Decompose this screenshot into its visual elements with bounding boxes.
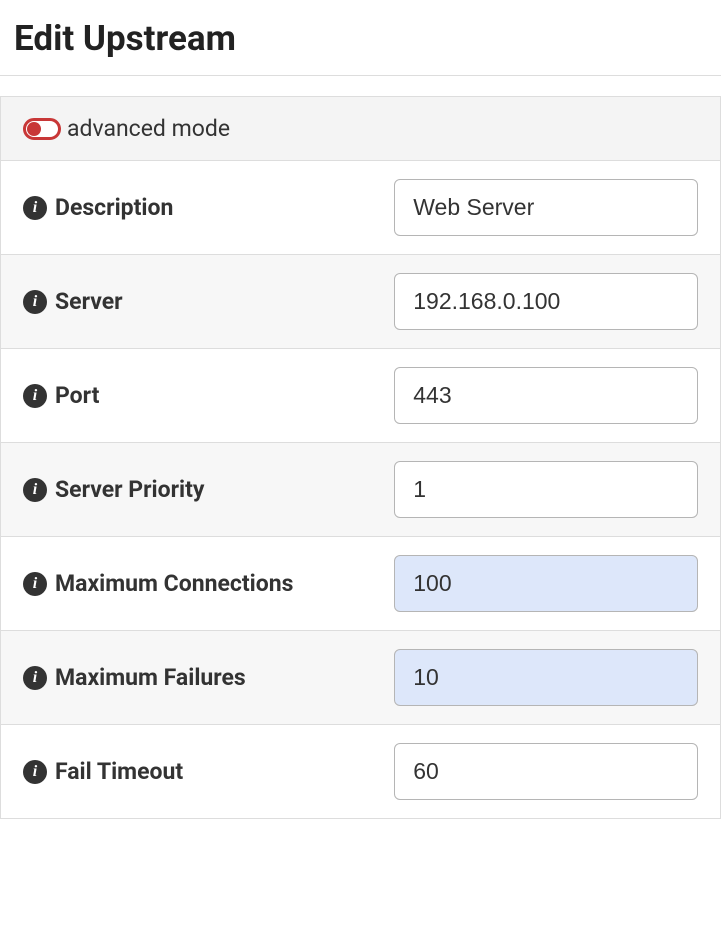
priority-input[interactable] — [394, 461, 698, 518]
page-title: Edit Upstream — [0, 0, 721, 76]
field-label: Maximum Connections — [55, 570, 293, 597]
port-input[interactable] — [394, 367, 698, 424]
info-icon[interactable]: i — [23, 384, 47, 408]
field-label-cell: i Maximum Failures — [23, 664, 394, 691]
description-input[interactable] — [394, 179, 698, 236]
advanced-mode-row: advanced mode — [1, 97, 720, 161]
field-label: Fail Timeout — [55, 758, 183, 785]
field-label-cell: i Maximum Connections — [23, 570, 394, 597]
field-row-server: i Server — [1, 255, 720, 349]
field-label: Port — [55, 382, 99, 409]
field-label-cell: i Server — [23, 288, 394, 315]
field-label-cell: i Description — [23, 194, 394, 221]
advanced-mode-label: advanced mode — [67, 115, 230, 142]
field-label: Description — [55, 194, 173, 221]
server-input[interactable] — [394, 273, 698, 330]
field-row-description: i Description — [1, 161, 720, 255]
field-label-cell: i Server Priority — [23, 476, 394, 503]
fail-timeout-input[interactable] — [394, 743, 698, 800]
max-connections-input[interactable] — [394, 555, 698, 612]
info-icon[interactable]: i — [23, 572, 47, 596]
max-failures-input[interactable] — [394, 649, 698, 706]
info-icon[interactable]: i — [23, 196, 47, 220]
info-icon[interactable]: i — [23, 666, 47, 690]
field-row-max-connections: i Maximum Connections — [1, 537, 720, 631]
info-icon[interactable]: i — [23, 290, 47, 314]
info-icon[interactable]: i — [23, 760, 47, 784]
field-label: Maximum Failures — [55, 664, 246, 691]
field-label: Server — [55, 288, 123, 315]
field-label-cell: i Port — [23, 382, 394, 409]
field-label: Server Priority — [55, 476, 204, 503]
field-label-cell: i Fail Timeout — [23, 758, 394, 785]
field-row-fail-timeout: i Fail Timeout — [1, 725, 720, 819]
info-icon[interactable]: i — [23, 478, 47, 502]
toggle-off-icon[interactable] — [23, 118, 61, 140]
field-row-max-failures: i Maximum Failures — [1, 631, 720, 725]
field-row-port: i Port — [1, 349, 720, 443]
form-table: advanced mode i Description i Server i P… — [0, 96, 721, 819]
field-row-priority: i Server Priority — [1, 443, 720, 537]
